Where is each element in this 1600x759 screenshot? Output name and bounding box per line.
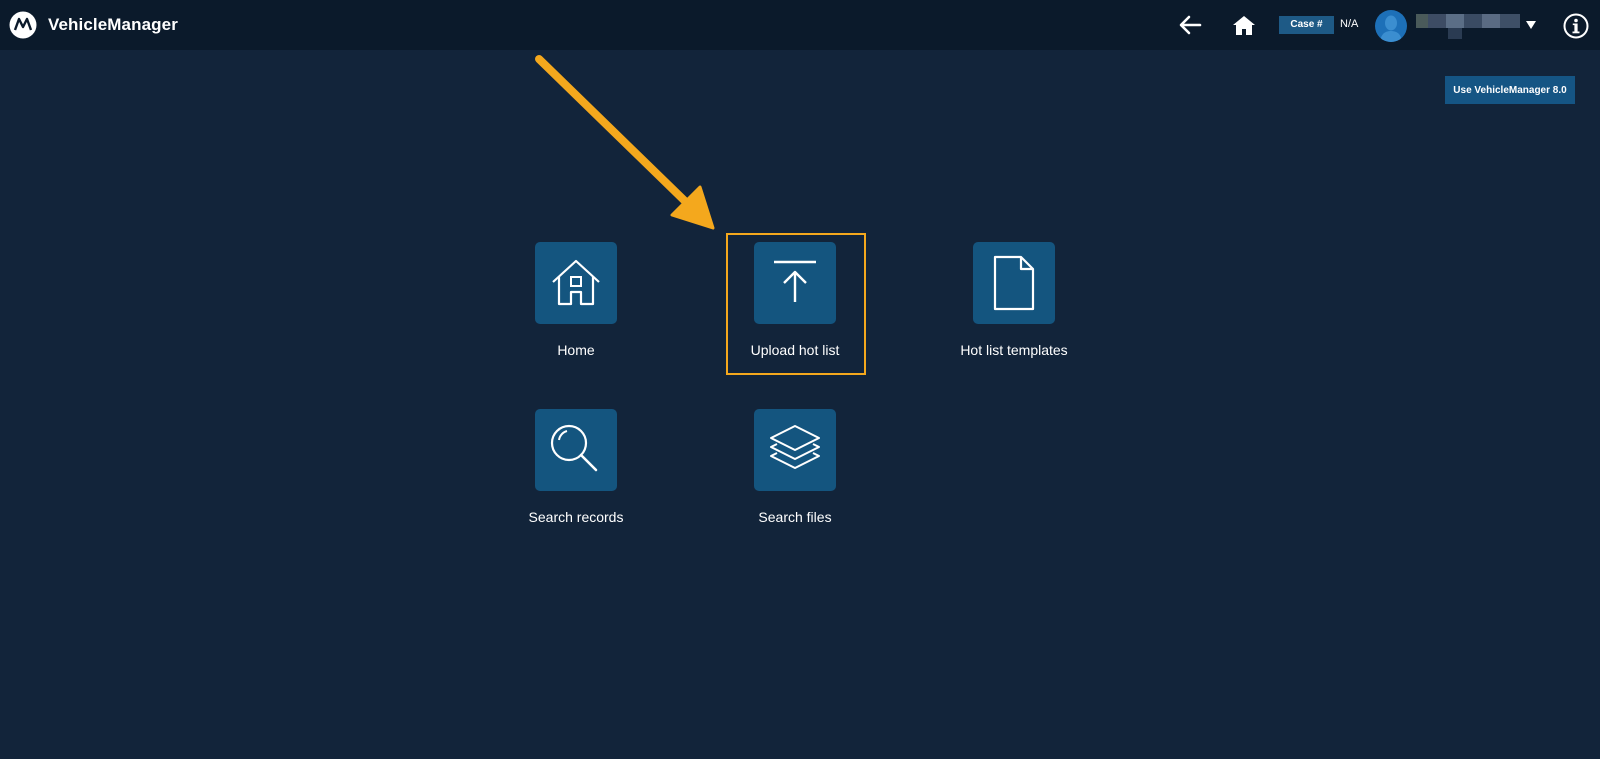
user-avatar[interactable] (1375, 10, 1407, 42)
home-nav-icon[interactable] (1232, 14, 1256, 36)
info-icon[interactable] (1563, 13, 1589, 39)
case-number-value: N/A (1340, 18, 1359, 30)
tile-upload-icon-box (754, 242, 836, 324)
tile-home[interactable]: Home (491, 242, 661, 358)
tile-search-records-icon-box (535, 409, 617, 491)
case-number-label: Case # (1279, 16, 1334, 34)
tile-search-records-label: Search records (528, 509, 624, 525)
tile-search-files-label: Search files (758, 509, 832, 525)
tile-upload-hot-list[interactable]: Upload hot list (710, 242, 880, 358)
tile-upload-label: Upload hot list (750, 342, 840, 358)
tile-templates-label: Hot list templates (960, 342, 1068, 358)
back-arrow-icon[interactable] (1178, 14, 1202, 36)
home-icon (552, 259, 600, 306)
tile-home-label: Home (557, 342, 595, 358)
username-redacted (1416, 14, 1520, 28)
tile-search-files[interactable]: Search files (710, 409, 880, 525)
tile-search-files-icon-box (754, 409, 836, 491)
magnifier-icon (550, 424, 598, 472)
document-icon (993, 255, 1035, 311)
tile-hot-list-templates[interactable]: Hot list templates (929, 242, 1099, 358)
app-title: VehicleManager (48, 15, 178, 34)
tile-templates-icon-box (973, 242, 1055, 324)
tile-search-records[interactable]: Search records (491, 409, 661, 525)
upload-icon (774, 260, 816, 302)
username-redacted-extra (1448, 28, 1462, 39)
annotation-arrow-icon (535, 55, 715, 230)
motorola-logo-icon (9, 11, 37, 39)
top-bar: VehicleManager Case # N/A (0, 0, 1600, 50)
use-vehiclemanager-8-button[interactable]: Use VehicleManager 8.0 (1445, 76, 1575, 104)
user-silhouette-icon (1380, 15, 1402, 42)
layers-icon (770, 425, 820, 469)
tile-home-icon-box (535, 242, 617, 324)
chevron-down-icon[interactable] (1525, 20, 1537, 30)
